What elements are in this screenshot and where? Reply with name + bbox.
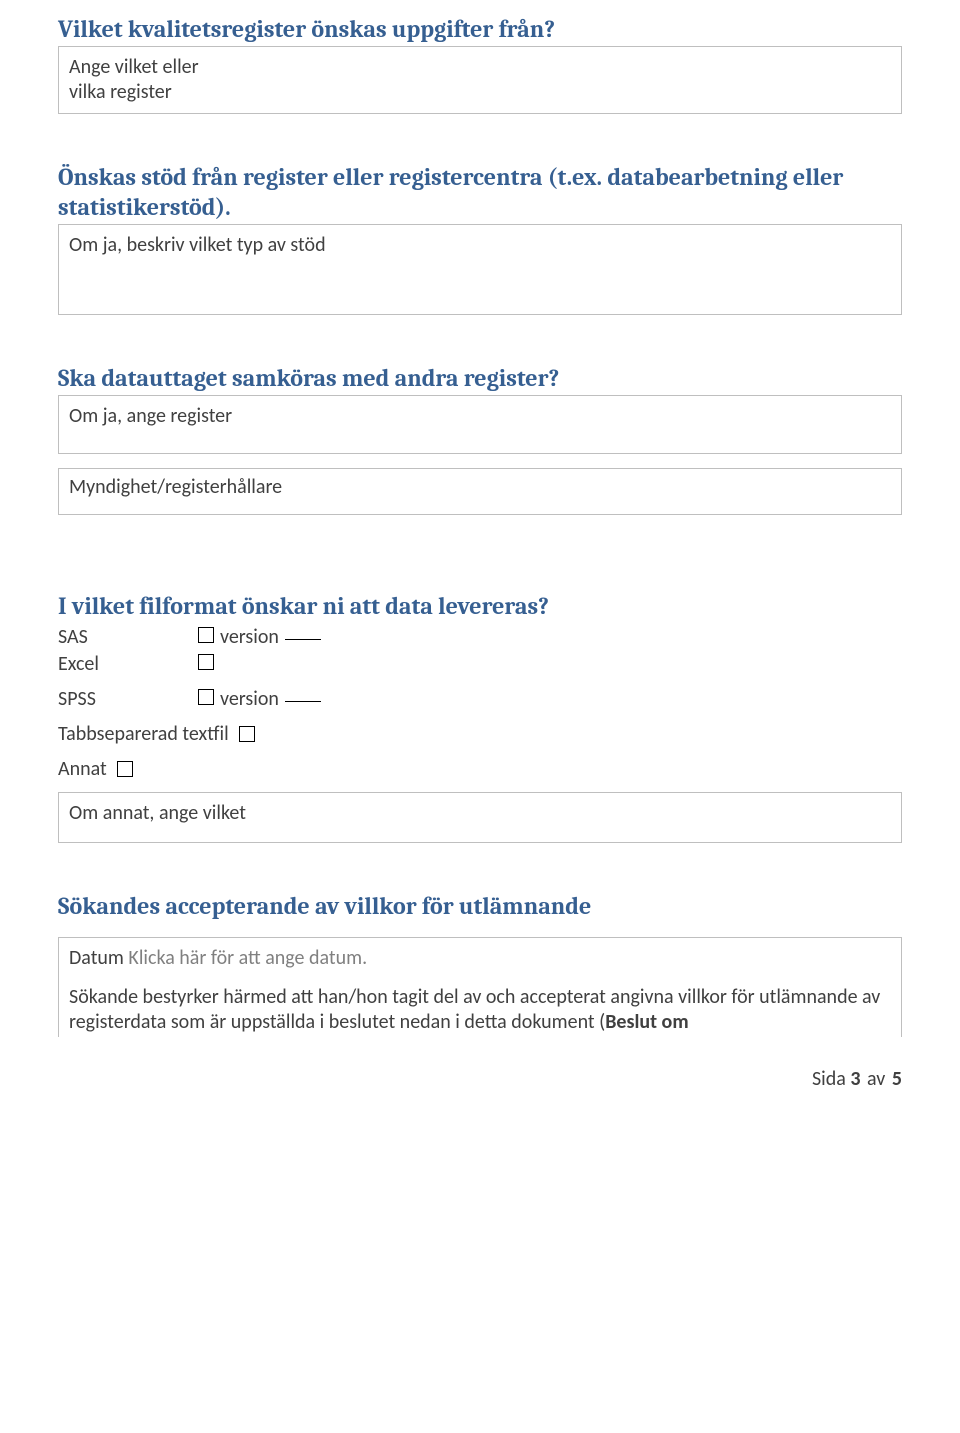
version-label-spss: version [220, 687, 279, 712]
section-heading-support: Önskas stöd från register eller register… [58, 162, 902, 222]
label-spss: SPSS [58, 687, 198, 712]
field-register-label-line1: Ange vilket eller [69, 55, 891, 80]
footer-page: 3 [850, 1067, 860, 1091]
label-tab: Tabbseparerad textfil [58, 722, 229, 746]
accept-box[interactable]: Datum Klicka här för att ange datum. Sök… [58, 937, 902, 1037]
field-annat[interactable]: Om annat, ange vilket [58, 792, 902, 843]
field-support[interactable]: Om ja, beskriv vilket typ av stöd [58, 224, 902, 315]
row-tab: Tabbseparerad textfil [58, 722, 902, 747]
format-group: SAS version Excel SPSS version Tabbsepar… [58, 625, 902, 782]
section-heading-format: I vilket filformat önskar ni att data le… [58, 591, 902, 621]
row-excel: Excel [58, 652, 902, 677]
version-input-sas[interactable] [285, 639, 321, 640]
checkbox-excel[interactable] [198, 654, 214, 670]
version-label-sas: version [220, 625, 279, 650]
label-annat: Annat [58, 757, 107, 781]
row-annat: Annat [58, 757, 902, 782]
checkbox-tab[interactable] [239, 726, 255, 742]
field-myndighet-label: Myndighet/registerhållare [69, 475, 282, 499]
row-sas: SAS version [58, 625, 902, 650]
checkbox-spss[interactable] [198, 689, 214, 705]
checkbox-annat[interactable] [117, 761, 133, 777]
section-heading-samkor: Ska datauttaget samköras med andra regis… [58, 363, 902, 393]
field-samkor-register-label: Om ja, ange register [69, 404, 232, 428]
datum-label: Datum [69, 946, 124, 970]
field-annat-label: Om annat, ange vilket [69, 801, 246, 825]
checkbox-sas[interactable] [198, 627, 214, 643]
section-heading-accept: Sökandes accepterande av villkor för utl… [58, 891, 902, 921]
footer-total: 5 [892, 1067, 902, 1091]
datum-placeholder[interactable]: Klicka här för att ange datum. [128, 946, 367, 970]
cert-text-bold: Beslut om [605, 1010, 688, 1034]
footer-sida: Sida [812, 1067, 846, 1091]
field-register-label-line2: vilka register [69, 80, 891, 105]
field-register[interactable]: Ange vilket eller vilka register [58, 46, 902, 114]
label-excel: Excel [58, 652, 198, 677]
cert-text: Sökande bestyrker härmed att han/hon tag… [69, 985, 880, 1034]
section-heading-register: Vilket kvalitetsregister önskas uppgifte… [58, 14, 902, 44]
page-footer: Sida 3 av 5 [0, 1067, 960, 1092]
footer-av: av [867, 1067, 885, 1091]
version-input-spss[interactable] [285, 701, 321, 702]
field-support-label: Om ja, beskriv vilket typ av stöd [69, 233, 326, 257]
field-samkor-register[interactable]: Om ja, ange register [58, 395, 902, 454]
row-spss: SPSS version [58, 687, 902, 712]
field-myndighet[interactable]: Myndighet/registerhållare [58, 468, 902, 515]
label-sas: SAS [58, 625, 198, 650]
